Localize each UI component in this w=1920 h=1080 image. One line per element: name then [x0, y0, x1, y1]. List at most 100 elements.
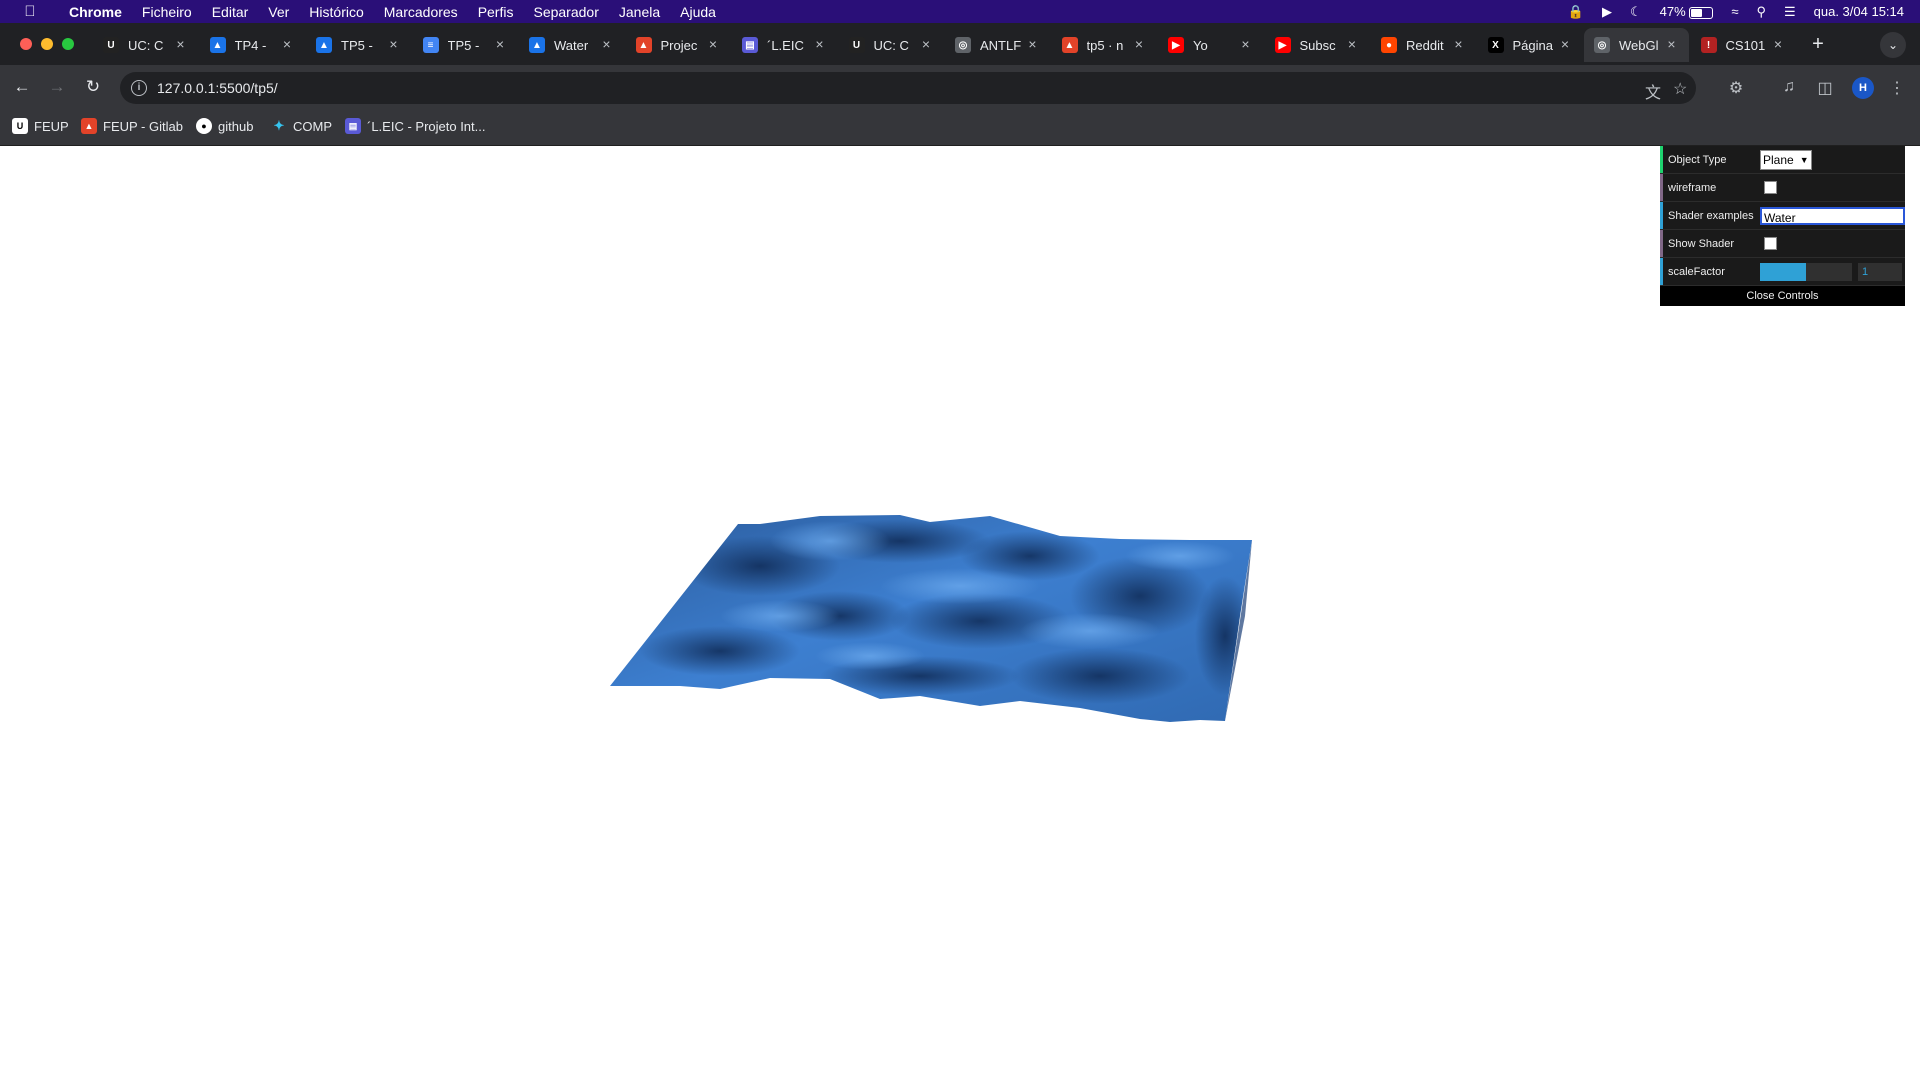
menu-item-janela[interactable]: Janela: [619, 4, 660, 20]
moon-icon[interactable]: ☾: [1630, 4, 1642, 20]
wireframe-checkbox[interactable]: [1764, 181, 1777, 194]
window-controls: [20, 38, 74, 50]
translate-icon[interactable]: 文: [1645, 79, 1661, 103]
wifi-icon[interactable]: ≈: [1731, 4, 1738, 19]
github-icon: ●: [196, 118, 212, 134]
close-tab-icon[interactable]: ×: [1665, 37, 1679, 51]
close-tab-icon[interactable]: ×: [174, 37, 188, 51]
menu-item-marcadores[interactable]: Marcadores: [384, 4, 458, 20]
reload-button[interactable]: ↻: [83, 77, 103, 97]
bookmark-label: COMP: [293, 118, 332, 134]
close-tab-icon[interactable]: ×: [1558, 37, 1572, 51]
spotlight-search-icon[interactable]: ⚲: [1756, 4, 1766, 20]
minimize-window-button[interactable]: [41, 38, 53, 50]
drive-icon: ▲: [209, 37, 226, 53]
profile-avatar[interactable]: H: [1852, 77, 1874, 99]
tab[interactable]: ▲ tp5 · n ×: [1052, 28, 1157, 62]
close-window-button[interactable]: [20, 38, 32, 50]
scale-factor-value[interactable]: 1: [1858, 262, 1902, 281]
tab[interactable]: ▶ Yo ×: [1158, 28, 1263, 62]
bookmark-feup[interactable]: U FEUP: [12, 118, 69, 134]
tab-search-button[interactable]: ⌄: [1880, 32, 1906, 58]
lock-icon[interactable]: 🔒: [1568, 4, 1584, 20]
clock[interactable]: qua. 3/04 15:14: [1814, 4, 1904, 19]
close-tab-icon[interactable]: ×: [1132, 37, 1146, 51]
new-tab-button[interactable]: +: [1808, 33, 1828, 56]
menu-item-perfis[interactable]: Perfis: [478, 4, 514, 20]
media-controls-icon[interactable]: ♫: [1779, 78, 1799, 96]
menu-item-ficheiro[interactable]: Ficheiro: [142, 4, 192, 20]
chevron-down-icon: ▼: [1799, 154, 1809, 165]
menu-item-historico[interactable]: Histórico: [309, 4, 363, 20]
browser-toolbar: ← → ↻ i 127.0.0.1:5500/tp5/ 文 ☆ ⚙ ♫ ◫ H …: [0, 65, 1920, 110]
control-center-icon[interactable]: ☰: [1784, 4, 1796, 20]
tab[interactable]: U UC: C ×: [839, 28, 944, 62]
close-tab-icon[interactable]: ×: [1771, 37, 1785, 51]
cs-icon: !: [1700, 37, 1717, 53]
site-info-icon[interactable]: i: [131, 80, 147, 96]
tab[interactable]: U UC: C ×: [93, 28, 198, 62]
close-tab-icon[interactable]: ×: [1345, 37, 1359, 51]
wireframe-label: wireframe: [1668, 181, 1717, 194]
webgl-viewport[interactable]: Object Type Plane ▼ wireframe Shader exa…: [0, 146, 1920, 1080]
chrome-menu-icon[interactable]: ⋮: [1887, 78, 1907, 98]
close-tab-icon[interactable]: ×: [387, 37, 401, 51]
menu-item-editar[interactable]: Editar: [212, 4, 249, 20]
tab[interactable]: ▤ ´L.EIC ×: [732, 28, 837, 62]
close-controls-button[interactable]: Close Controls: [1660, 286, 1905, 306]
address-url[interactable]: 127.0.0.1:5500/tp5/: [157, 80, 278, 96]
slack-icon: ✦: [273, 118, 285, 133]
bookmark-github[interactable]: ● github: [196, 118, 253, 134]
back-button[interactable]: ←: [12, 77, 32, 97]
close-tab-icon[interactable]: ×: [1239, 37, 1253, 51]
tab[interactable]: ▲ TP4 - ×: [200, 28, 305, 62]
youtube-icon: ▶: [1168, 37, 1184, 53]
tab[interactable]: ≡ TP5 - ×: [413, 28, 518, 62]
close-tab-icon[interactable]: ×: [1452, 37, 1466, 51]
close-tab-icon[interactable]: ×: [280, 37, 294, 51]
battery-icon: [1689, 6, 1714, 19]
show-shader-checkbox[interactable]: [1764, 237, 1777, 250]
zoom-window-button[interactable]: [62, 38, 74, 50]
tab[interactable]: ● Reddit ×: [1371, 28, 1476, 62]
gitlab-icon: ▲: [81, 118, 97, 134]
side-panel-icon[interactable]: ◫: [1815, 78, 1835, 98]
bookmark-leic-projeto[interactable]: ▤ ´L.EIC - Projeto Int...: [345, 118, 486, 134]
tab[interactable]: ▲ TP5 - ×: [306, 28, 411, 62]
battery-level: [1691, 8, 1702, 17]
close-tab-icon[interactable]: ×: [1026, 37, 1040, 51]
object-type-value: Plane: [1763, 152, 1794, 167]
address-bar[interactable]: i 127.0.0.1:5500/tp5/ 文 ☆: [120, 72, 1696, 104]
shader-examples-input[interactable]: Water: [1760, 206, 1905, 225]
tab[interactable]: X Página ×: [1478, 28, 1583, 62]
battery-status[interactable]: 47%: [1660, 4, 1714, 19]
object-type-select[interactable]: Plane ▼: [1760, 149, 1812, 170]
close-tab-icon[interactable]: ×: [493, 37, 507, 51]
close-tab-icon[interactable]: ×: [813, 37, 827, 51]
menu-item-ajuda[interactable]: Ajuda: [680, 4, 716, 20]
tab[interactable]: ▲ Projec ×: [626, 28, 731, 62]
tab[interactable]: ▶ Subsc ×: [1265, 28, 1370, 62]
bookmark-comp[interactable]: ✦ COMP: [271, 118, 332, 134]
tab[interactable]: ▲ Water ×: [519, 28, 624, 62]
tab[interactable]: ◎ ANTLF ×: [945, 28, 1050, 62]
forward-button[interactable]: →: [47, 77, 67, 97]
bookmark-star-icon[interactable]: ☆: [1673, 79, 1687, 99]
menu-app-name[interactable]: Chrome: [69, 4, 122, 20]
menu-item-ver[interactable]: Ver: [268, 4, 289, 20]
tab[interactable]: ◎ WebGl ×: [1584, 28, 1689, 62]
apple-icon[interactable]: : [18, 3, 42, 20]
extensions-icon[interactable]: ⚙: [1726, 78, 1746, 98]
tab[interactable]: ! CS101 ×: [1691, 28, 1796, 62]
close-tab-icon[interactable]: ×: [706, 37, 720, 51]
play-icon[interactable]: ▶: [1602, 4, 1612, 20]
scale-factor-slider[interactable]: [1760, 262, 1852, 281]
menu-item-separador[interactable]: Separador: [533, 4, 598, 20]
tab-label: TP5 -: [447, 37, 480, 53]
bookmark-feup-gitlab[interactable]: ▲ FEUP - Gitlab: [81, 118, 183, 134]
close-tab-icon[interactable]: ×: [919, 37, 933, 51]
close-tab-icon[interactable]: ×: [600, 37, 614, 51]
tab-label: Water: [554, 37, 589, 53]
bookmark-label: ´L.EIC - Projeto Int...: [367, 118, 486, 134]
water-plane-canvas[interactable]: [0, 146, 1920, 1080]
